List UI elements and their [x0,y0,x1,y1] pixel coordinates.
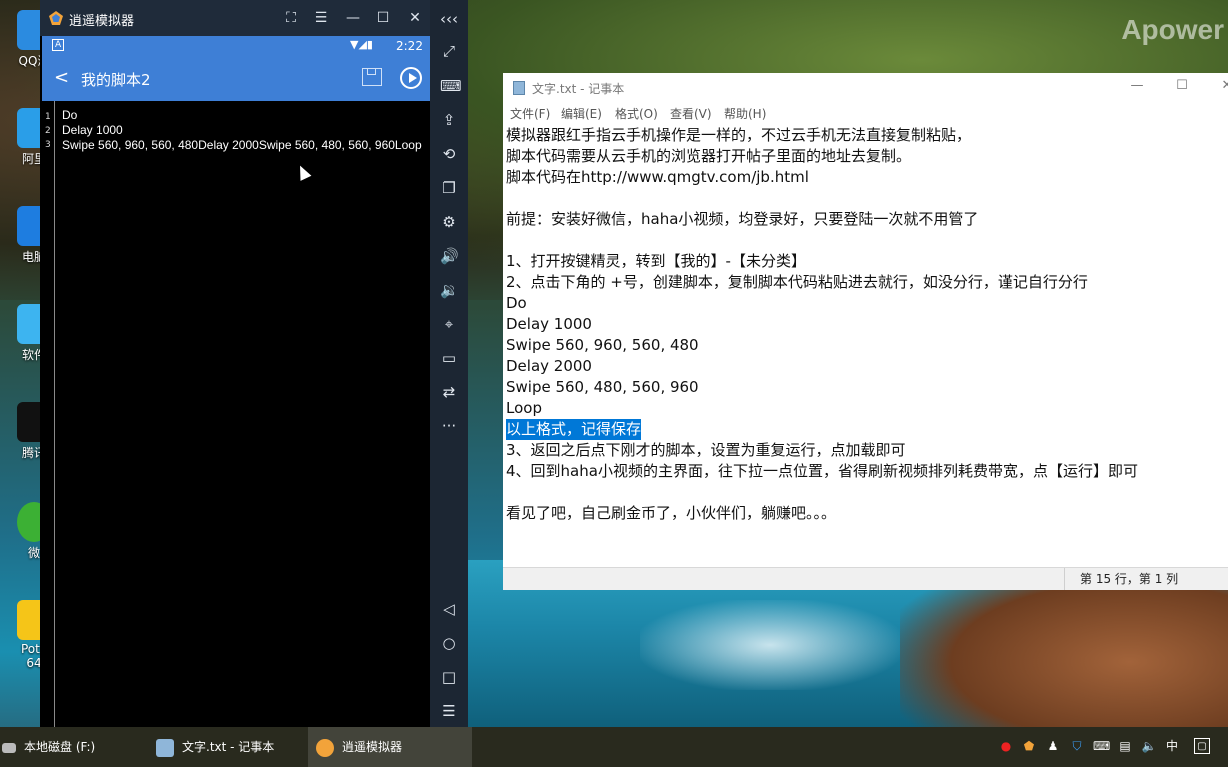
install-apk-icon[interactable]: ⇪ [440,111,458,129]
screen-rotate-icon[interactable]: ⟲ [440,145,458,163]
multi-window-icon[interactable]: ❐ [440,179,458,197]
record-icon[interactable]: ● [998,738,1014,754]
text-line: Swipe 560, 960, 560, 480 [506,336,699,354]
taskbar-item-notepad[interactable]: 文字.txt - 记事本 [150,727,312,767]
emulator-tray-icon[interactable]: ⬟ [1021,738,1037,754]
fullscreen-icon[interactable]: ⤢ [440,42,458,60]
notepad-title: 文字.txt - 记事本 [532,82,625,96]
text-line: 前提：安装好微信，haha小视频，均登录好，只要登陆一次就不用管了 [506,210,979,228]
line-number: 2 [45,126,51,136]
ime-indicator[interactable]: 中 [1164,738,1180,754]
android-home-icon[interactable]: ○ [440,634,458,652]
screenshot-mode-icon[interactable]: ⛶ [281,8,301,28]
text-line: 脚本代码在http://www.qmgtv.com/jb.html [506,168,809,186]
android-recents-icon[interactable]: □ [440,668,458,686]
folder-icon[interactable]: ▭ [440,349,458,367]
input-tray-icon[interactable]: ⌨ [1093,738,1110,754]
line-number: 1 [45,112,51,122]
script-title: 我的脚本2 [81,71,151,89]
text-line: 模拟器跟红手指云手机操作是一样的，不过云手机无法直接复制粘贴， [506,126,972,144]
text-line: 1、打开按键精灵，转到【我的】-【未分类】 [506,252,806,270]
signal-icons: ▼◢▮ [350,38,373,51]
notepad-icon [156,738,174,757]
notepad-menubar: 文件(F) 编辑(E) 格式(O) 查看(V) 帮助(H) [503,103,1228,123]
taskbar-item-local-disk[interactable]: 本地磁盘 (F:) [0,727,150,767]
drive-icon [2,742,16,753]
text-line: Delay 2000 [506,357,592,375]
volume-up-icon[interactable]: 🔊 [440,247,459,265]
save-icon[interactable] [362,68,382,86]
android-back-icon[interactable]: ◁ [440,600,458,618]
code-line: Delay 1000 [62,123,123,137]
desktop-wallpaper-foam [640,600,900,690]
collapse-sidebar-icon[interactable]: ‹‹‹ [440,10,458,28]
script-editor[interactable]: 1 2 3 Do Delay 1000 Swipe 560, 960, 560,… [42,101,430,727]
menu-edit[interactable]: 编辑(E) [561,105,602,122]
emulator-window: 逍遥模拟器 ⛶ ☰ — ☐ ✕ A ▼◢▮ 2:22 < 我的脚本2 1 2 3… [40,0,468,727]
notepad-window: 文字.txt - 记事本 — ☐ ✕ 文件(F) 编辑(E) 格式(O) 查看(… [503,73,1228,590]
menu-view[interactable]: 查看(V) [670,105,712,122]
text-line: 2、点击下角的 +号，创建脚本，复制脚本代码粘贴进去就行，如没分行，谨记自行分行 [506,273,1088,291]
text-line: 4、回到haha小视频的主界面，往下拉一点位置，省得刷新视频排列耗费带宽，点【运… [506,462,1138,480]
taskbar-item-emulator[interactable]: 逍遥模拟器 [308,727,472,767]
text-line: Do [506,294,527,312]
minimize-icon[interactable]: — [1125,78,1149,98]
cursor-position: 第 15 行，第 1 列 [1064,568,1178,590]
qq-tray-icon[interactable]: ♟ [1045,738,1061,754]
back-icon[interactable]: < [54,67,69,88]
taskbar: 本地磁盘 (F:) 文字.txt - 记事本 逍遥模拟器 ● ⬟ ♟ ⛉ ⌨ ▤… [0,727,1228,767]
notepad-text-area[interactable]: 模拟器跟红手指云手机操作是一样的，不过云手机无法直接复制粘贴， 脚本代码需要从云… [506,125,1228,565]
keyboard-icon[interactable]: ⌨ [440,77,462,95]
recorder-watermark: Apower [1121,14,1224,45]
location-icon[interactable]: ⌖ [440,315,458,333]
volume-icon[interactable]: 🔈 [1141,738,1157,754]
menu-format[interactable]: 格式(O) [615,105,658,122]
play-icon[interactable] [400,67,422,89]
emulator-title: 逍遥模拟器 [69,14,135,29]
more-icon[interactable]: ··· [440,417,458,435]
notification-icon[interactable]: ▢ [1194,738,1210,754]
shield-icon[interactable]: ⛉ [1069,738,1085,754]
notepad-statusbar: 第 15 行，第 1 列 [503,567,1228,590]
menu-icon[interactable]: ☰ [311,8,331,28]
maximize-icon[interactable]: ☐ [1170,78,1194,98]
menu-help[interactable]: 帮助(H) [724,105,766,122]
close-icon[interactable]: ✕ [405,8,425,28]
network-icon[interactable]: ▤ [1117,738,1133,754]
menu-file[interactable]: 文件(F) [510,105,550,122]
line-number: 3 [45,140,51,150]
text-line: Delay 1000 [506,315,592,333]
emulator-logo-icon [49,11,63,25]
text-line: 看见了吧，自己刷金币了，小伙伴们，躺赚吧。。。 [506,504,837,522]
volume-down-icon[interactable]: 🔉 [440,281,459,299]
status-time: 2:22 [396,39,423,53]
app-toolbar: < 我的脚本2 [42,56,430,101]
android-statusbar: A ▼◢▮ 2:22 [42,36,430,56]
settings-gear-icon[interactable]: ⚙ [440,213,458,231]
list-icon[interactable]: ☰ [440,702,458,720]
line-number-gutter [42,101,55,727]
emulator-logo-icon [316,738,334,757]
sync-icon[interactable]: ⇄ [440,383,458,401]
selected-text-line: 以上格式，记得保存 [506,419,642,440]
emulator-sidebar: ‹‹‹ ⤢ ⌨ ⇪ ⟲ ❐ ⚙ 🔊 🔉 ⌖ ▭ ⇄ ··· ◁ ○ □ ☰ [430,0,468,727]
notepad-icon [513,81,525,95]
notification-badge: A [52,39,65,51]
text-line: 脚本代码需要从云手机的浏览器打开帖子里面的地址去复制。 [506,147,912,165]
text-line: Swipe 560, 480, 560, 960 [506,378,699,396]
maximize-icon[interactable]: ☐ [373,8,393,28]
text-line: 3、返回之后点下刚才的脚本，设置为重复运行，点加载即可 [506,441,906,459]
code-line: Do [62,108,78,122]
emulator-titlebar: 逍遥模拟器 ⛶ ☰ — ☐ ✕ [40,0,468,36]
minimize-icon[interactable]: — [343,8,363,28]
text-line: Loop [506,399,542,417]
notepad-titlebar: 文字.txt - 记事本 — ☐ ✕ [503,73,1228,103]
code-line: Swipe 560, 960, 560, 480Delay 2000Swipe … [62,138,422,152]
close-icon[interactable]: ✕ [1215,78,1228,98]
